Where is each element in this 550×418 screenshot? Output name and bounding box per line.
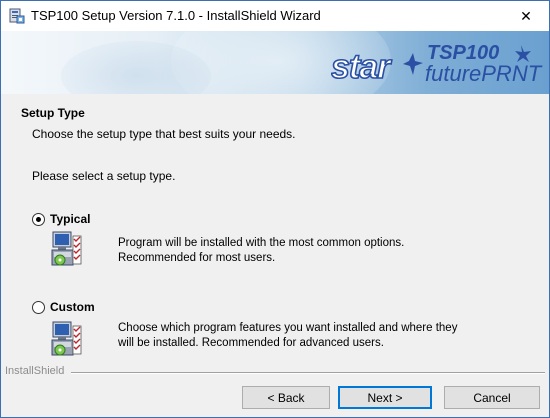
- install-package-icon: [51, 321, 82, 356]
- radio-selected-dot: [36, 217, 41, 222]
- installer-window: TSP100 Setup Version 7.1.0 - InstallShie…: [0, 0, 550, 418]
- typical-desc-line1: Program will be installed with the most …: [118, 237, 405, 249]
- logo-product-bottom: futurePRNT: [425, 61, 543, 86]
- typical-label[interactable]: Typical: [50, 212, 90, 226]
- custom-radio[interactable]: [32, 301, 45, 314]
- custom-description: Choose which program features you want i…: [118, 321, 457, 351]
- custom-label[interactable]: Custom: [50, 300, 95, 314]
- select-prompt: Please select a setup type.: [32, 169, 176, 183]
- page-title: Setup Type: [21, 106, 85, 120]
- typical-description: Program will be installed with the most …: [118, 236, 404, 266]
- logo-brand: star: [331, 48, 392, 86]
- window-title: TSP100 Setup Version 7.1.0 - InstallShie…: [31, 8, 321, 23]
- back-button[interactable]: < Back: [242, 386, 330, 409]
- custom-desc-line1: Choose which program features you want i…: [118, 322, 458, 334]
- footer-divider: [71, 372, 545, 374]
- title-bar[interactable]: TSP100 Setup Version 7.1.0 - InstallShie…: [1, 1, 549, 31]
- next-button[interactable]: Next >: [338, 386, 432, 409]
- cancel-button[interactable]: Cancel: [444, 386, 540, 409]
- close-icon: ✕: [520, 8, 532, 24]
- typical-desc-line2: Recommended for most users.: [118, 252, 276, 264]
- install-package-icon: [51, 231, 82, 266]
- page-subtitle: Choose the setup type that best suits yo…: [32, 127, 296, 141]
- installshield-brand: InstallShield: [5, 365, 65, 377]
- star-tsp100-logo: star TSP100 futurePRNT: [331, 42, 543, 87]
- header-banner: star TSP100 futurePRNT: [1, 31, 549, 94]
- custom-desc-line2: will be installed. Recommended for advan…: [118, 337, 384, 349]
- typical-radio[interactable]: [32, 213, 45, 226]
- content-area: Setup Type Choose the setup type that be…: [1, 94, 549, 364]
- close-button[interactable]: ✕: [503, 1, 549, 31]
- setup-app-icon: [9, 8, 25, 24]
